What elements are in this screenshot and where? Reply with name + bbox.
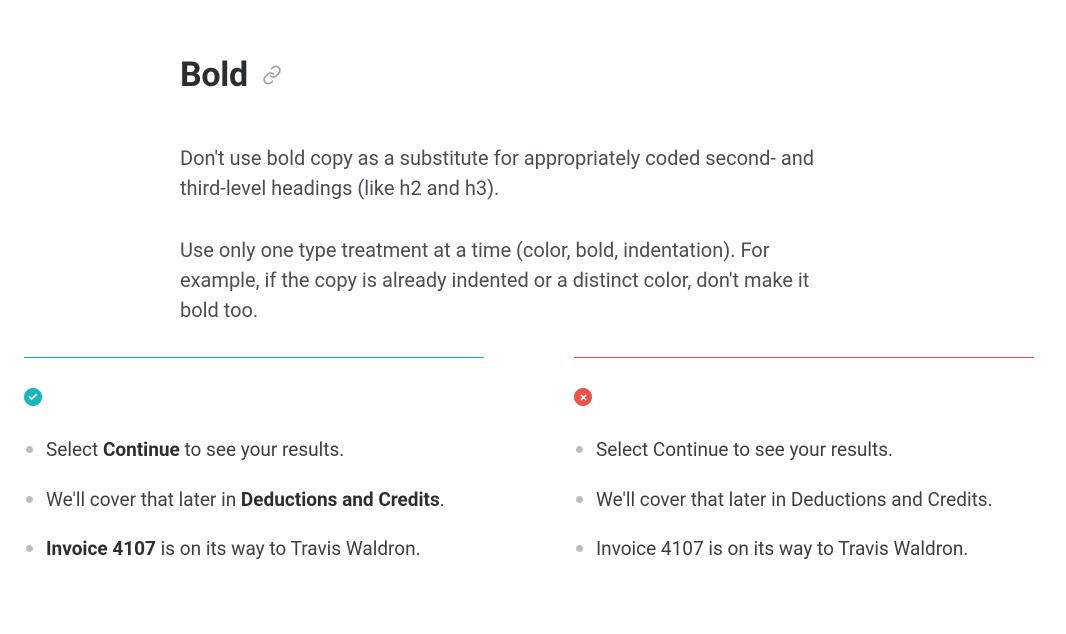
good-divider (24, 357, 484, 358)
bad-example-list: Select Continue to see your results. We'… (574, 436, 1034, 563)
list-item: Invoice 4107 is on its way to Travis Wal… (574, 535, 1034, 563)
intro-paragraph-1: Don't use bold copy as a substitute for … (180, 143, 840, 203)
link-icon[interactable] (262, 65, 282, 85)
bad-example-column: Select Continue to see your results. We'… (574, 357, 1034, 585)
intro-paragraph-2: Use only one type treatment at a time (c… (180, 235, 840, 325)
list-item: We'll cover that later in Deductions and… (24, 486, 484, 514)
list-item: We'll cover that later in Deductions and… (574, 486, 1034, 514)
list-item: Invoice 4107 is on its way to Travis Wal… (24, 535, 484, 563)
page-title: Bold (180, 55, 248, 95)
bad-divider (574, 357, 1034, 358)
list-item: Select Continue to see your results. (574, 436, 1034, 464)
check-icon (24, 388, 42, 406)
close-icon (574, 388, 592, 406)
list-item: Select Continue to see your results. (24, 436, 484, 464)
heading-row: Bold (180, 55, 850, 95)
good-example-column: Select Continue to see your results. We'… (24, 357, 484, 585)
good-example-list: Select Continue to see your results. We'… (24, 436, 484, 563)
